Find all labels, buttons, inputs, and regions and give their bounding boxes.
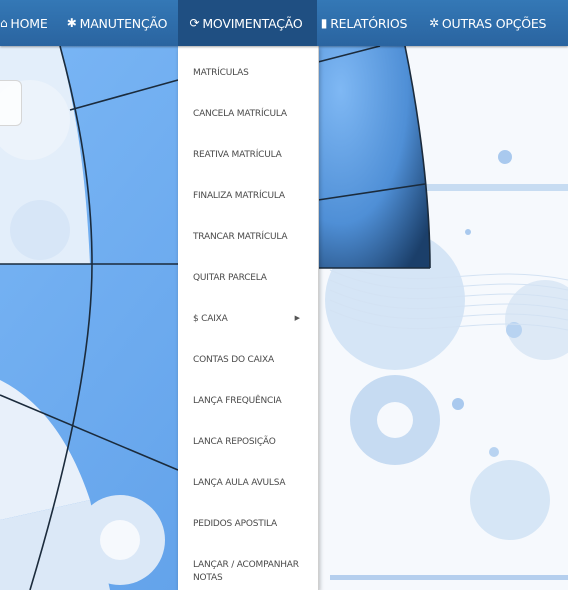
- nav-outras-opcoes[interactable]: ✲ OUTRAS OPÇÕES: [414, 0, 568, 46]
- menu-item-lanca-aula-avulsa[interactable]: LANÇA AULA AVULSA: [193, 477, 313, 490]
- gears-icon: ✲: [429, 16, 439, 30]
- submenu-arrow-icon: ▶: [294, 314, 300, 322]
- nav-movimentacao[interactable]: ⟳ MOVIMENTAÇÃO: [178, 0, 317, 46]
- nav-movimentacao-label: MOVIMENTAÇÃO: [202, 15, 303, 31]
- nav-relatorios[interactable]: ▮ RELATÓRIOS: [317, 0, 414, 46]
- menu-item-lanca-frequencia[interactable]: LANÇA FREQUÊNCIA: [193, 395, 313, 408]
- nav-outras-label: OUTRAS OPÇÕES: [441, 15, 547, 31]
- refresh-icon: ⟳: [189, 16, 200, 30]
- menu-item-caixa-label: $ CAIXA: [193, 314, 228, 324]
- movimentacao-dropdown: MATRÍCULAS CANCELA MATRÍCULA REATIVA MAT…: [178, 46, 319, 590]
- menu-item-reativa-matricula[interactable]: REATIVA MATRÍCULA: [193, 149, 313, 162]
- menu-item-finaliza-matricula[interactable]: FINALIZA MATRÍCULA: [193, 190, 313, 203]
- menu-item-cancela-matricula[interactable]: CANCELA MATRÍCULA: [193, 108, 313, 121]
- gear-icon: ✱: [66, 16, 77, 30]
- menu-item-contas-do-caixa[interactable]: CONTAS DO CAIXA: [193, 354, 313, 367]
- menu-item-matriculas[interactable]: MATRÍCULAS: [193, 67, 313, 80]
- nav-manutencao[interactable]: ✱ MANUTENÇÃO: [59, 0, 178, 46]
- top-navbar: ⌂ HOME ✱ MANUTENÇÃO ⟳ MOVIMENTAÇÃO ▮ REL…: [0, 0, 568, 46]
- nav-relatorios-label: RELATÓRIOS: [330, 15, 408, 31]
- home-icon: ⌂: [0, 16, 8, 30]
- menu-item-lancar-acompanhar-notas[interactable]: LANÇAR / ACOMPANHAR NOTAS: [193, 559, 303, 585]
- document-icon: ▮: [320, 16, 328, 30]
- menu-item-lanca-reposicao[interactable]: LANCA REPOSIÇÃO: [193, 436, 313, 449]
- menu-item-trancar-matricula[interactable]: TRANCAR MATRÍCULA: [193, 231, 313, 244]
- nav-home-label: HOME: [10, 15, 48, 31]
- nav-home[interactable]: ⌂ HOME: [0, 0, 59, 46]
- menu-item-quitar-parcela[interactable]: QUITAR PARCELA: [193, 272, 313, 285]
- nav-manutencao-label: MANUTENÇÃO: [79, 15, 168, 31]
- menu-item-pedidos-apostila[interactable]: PEDIDOS APOSTILA: [193, 518, 313, 531]
- search-input-stub[interactable]: [0, 80, 22, 126]
